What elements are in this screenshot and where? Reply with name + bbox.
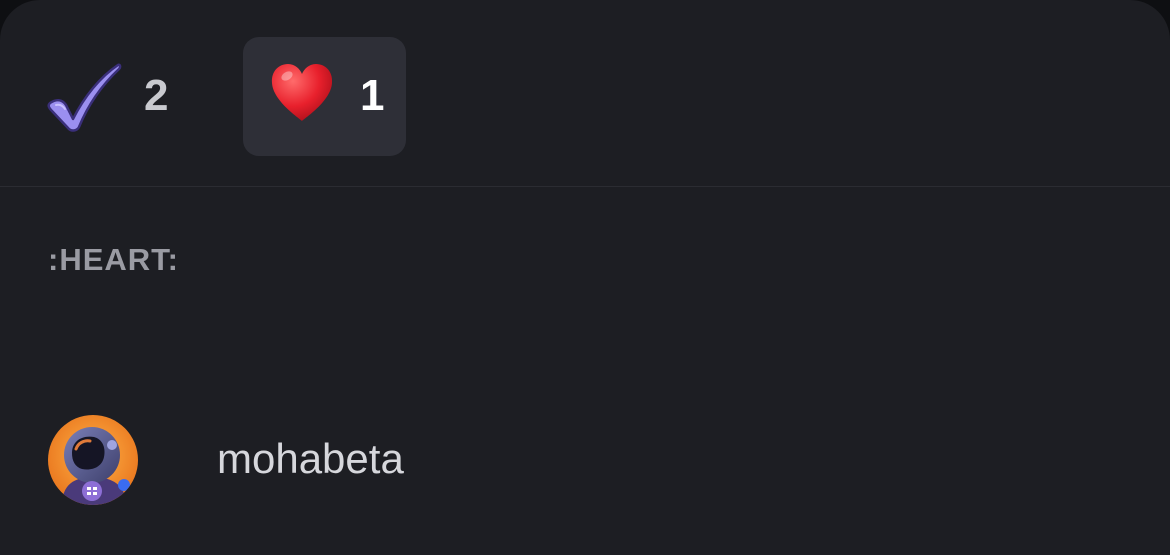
divider xyxy=(0,186,1170,187)
reaction-tab-heart[interactable]: 1 xyxy=(243,37,406,156)
red-heart-icon xyxy=(271,64,333,121)
avatar xyxy=(48,415,138,505)
reaction-tab-check[interactable]: 2 xyxy=(32,37,202,156)
reactions-sheet: 2 1 :HEART: mohabeta xyxy=(0,0,1170,555)
username: mohabeta xyxy=(217,435,404,482)
reaction-count: 2 xyxy=(144,71,169,120)
user-row[interactable]: mohabeta xyxy=(0,405,1170,515)
section-heading: :HEART: xyxy=(48,242,179,277)
reaction-count: 1 xyxy=(360,71,385,120)
astronaut-avatar-icon xyxy=(48,415,138,505)
heavy-check-mark-icon xyxy=(47,63,122,132)
